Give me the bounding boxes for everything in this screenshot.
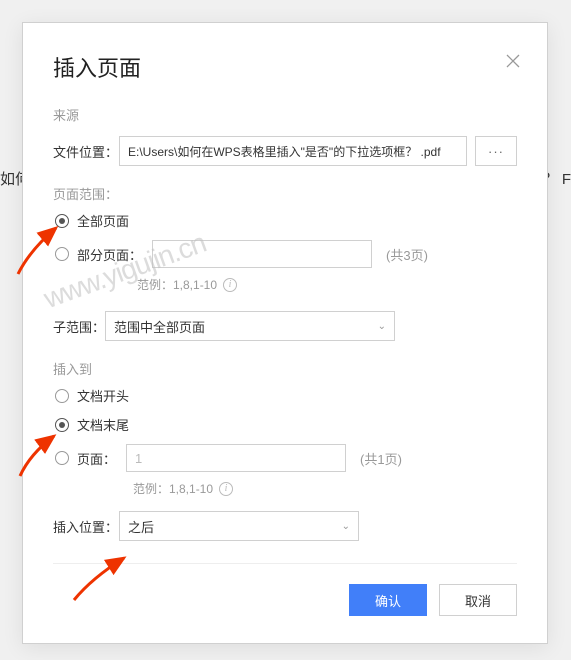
- info-icon[interactable]: i: [223, 278, 237, 292]
- insert-position-select[interactable]: 之后 ⌄: [119, 511, 359, 541]
- radio-partial-pages[interactable]: [55, 247, 69, 261]
- close-button[interactable]: [503, 51, 523, 71]
- chevron-down-icon: ⌄: [342, 521, 350, 532]
- insert-page-dialog: 插入页面 来源 文件位置： E:\Users\如何在WPS表格里插入"是否"的下…: [22, 22, 548, 644]
- radio-page-label[interactable]: 页面：: [77, 449, 116, 468]
- insert-to-label: 插入到: [53, 359, 517, 378]
- radio-doc-start-label[interactable]: 文档开头: [77, 386, 129, 405]
- cancel-button[interactable]: 取消: [439, 584, 517, 616]
- radio-all-pages[interactable]: [55, 214, 69, 228]
- radio-partial-pages-label[interactable]: 部分页面：: [77, 245, 142, 264]
- radio-doc-end[interactable]: [55, 418, 69, 432]
- subrange-select[interactable]: 范围中全部页面 ⌄: [105, 311, 395, 341]
- subrange-value: 范围中全部页面: [114, 317, 205, 336]
- file-path-input[interactable]: E:\Users\如何在WPS表格里插入"是否"的下拉选项框？ .pdf: [119, 136, 467, 166]
- radio-doc-start[interactable]: [55, 389, 69, 403]
- chevron-down-icon: ⌄: [378, 321, 386, 332]
- ok-button[interactable]: 确认: [349, 584, 427, 616]
- partial-pages-input[interactable]: [152, 240, 372, 268]
- source-section-label: 来源: [53, 105, 517, 124]
- insert-position-label: 插入位置：: [53, 517, 119, 536]
- page-range-label: 页面范围：: [53, 184, 517, 203]
- insert-position-value: 之后: [128, 517, 154, 536]
- radio-page[interactable]: [55, 451, 69, 465]
- divider: [53, 563, 517, 564]
- range-hint-target: 范例：1,8,1-10 i: [133, 480, 517, 497]
- total-pages-source: (共3页): [386, 245, 428, 264]
- file-location-label: 文件位置：: [53, 142, 119, 161]
- dialog-title: 插入页面: [53, 51, 517, 83]
- info-icon[interactable]: i: [219, 482, 233, 496]
- range-hint-source: 范例：1,8,1-10 i: [137, 276, 517, 293]
- radio-all-pages-label[interactable]: 全部页面: [77, 211, 129, 230]
- page-number-input[interactable]: 1: [126, 444, 346, 472]
- browse-button[interactable]: ···: [475, 136, 517, 166]
- radio-doc-end-label[interactable]: 文档末尾: [77, 415, 129, 434]
- close-icon: [506, 54, 520, 68]
- subrange-label: 子范围：: [53, 317, 105, 336]
- total-pages-target: (共1页): [360, 449, 402, 468]
